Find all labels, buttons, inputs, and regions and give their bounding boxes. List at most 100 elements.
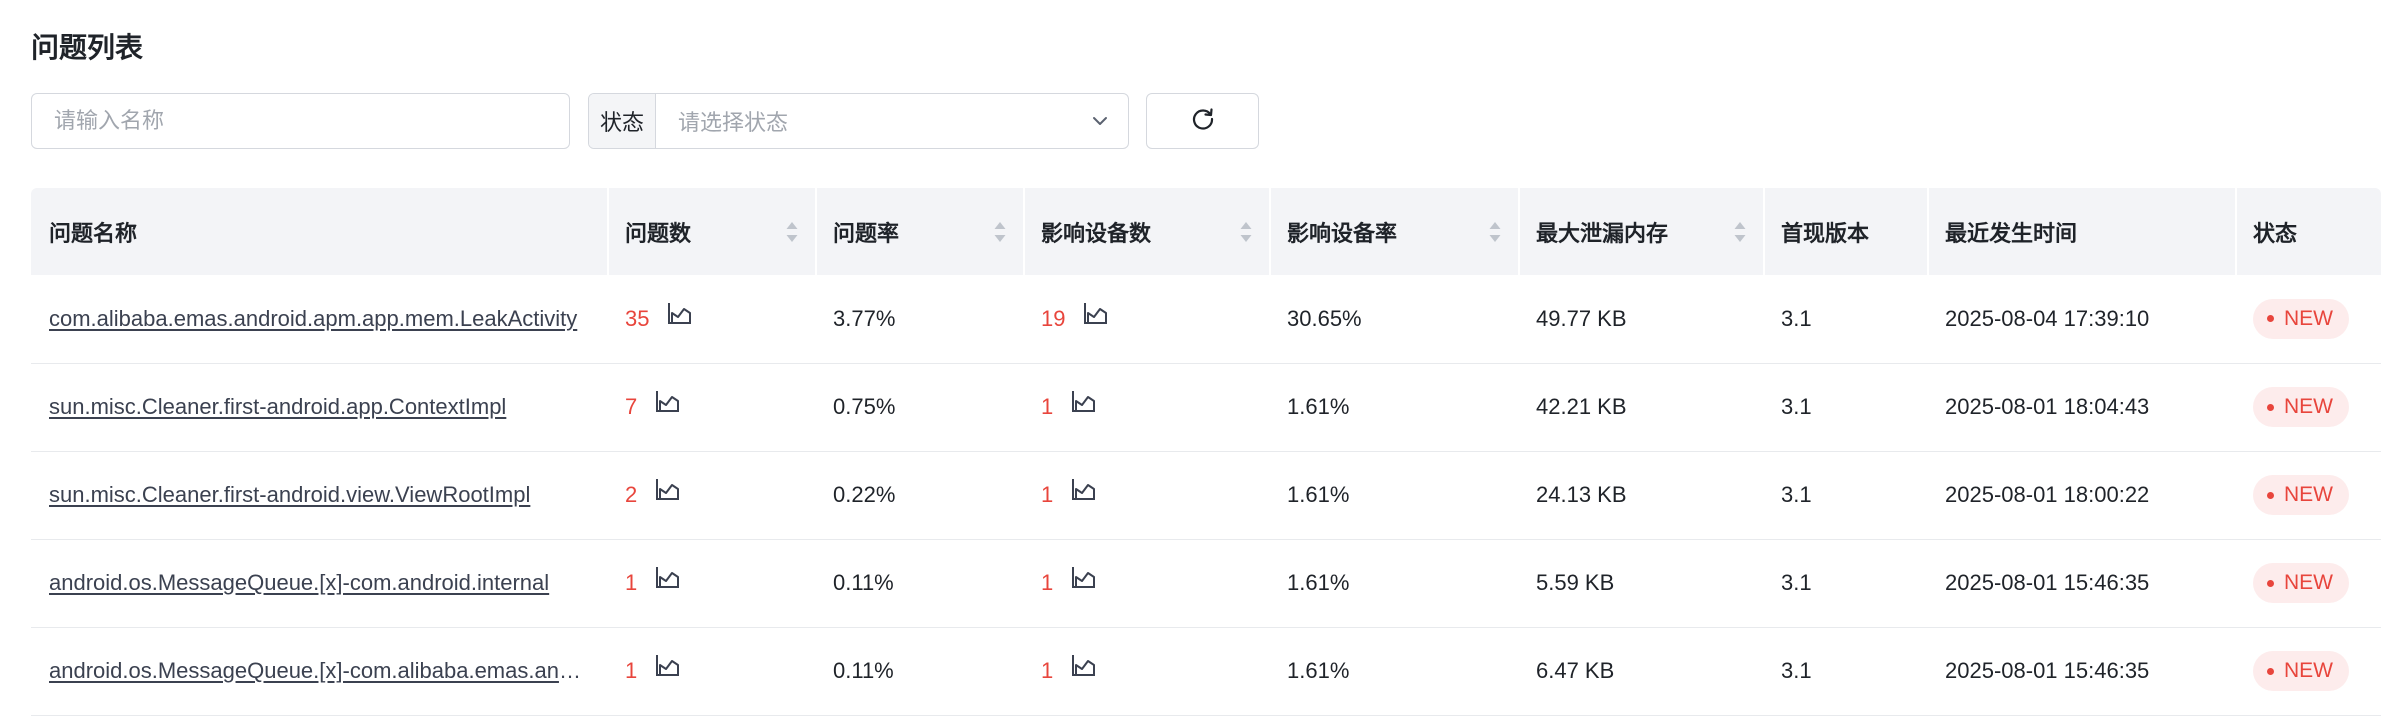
cell-first-version: 3.1 bbox=[1781, 305, 1812, 331]
cell-name: sun.misc.Cleaner.first-android.view.View… bbox=[31, 451, 607, 539]
name-search-input[interactable] bbox=[31, 93, 570, 149]
status-select-prefix: 状态 bbox=[589, 94, 656, 148]
cell-rate: 0.11% bbox=[833, 570, 894, 595]
cell-status: NEW bbox=[2235, 539, 2381, 627]
refresh-icon bbox=[1189, 105, 1217, 138]
cell-last-time: 2025-08-04 17:39:10 bbox=[1945, 305, 2150, 331]
cell-first-version: 3.1 bbox=[1781, 482, 1812, 507]
trend-chart-icon[interactable] bbox=[655, 389, 681, 413]
header-last-time: 最近发生时间 bbox=[1927, 188, 2235, 275]
issue-count: 1 bbox=[625, 570, 638, 595]
status-dot-icon bbox=[2267, 403, 2274, 411]
cell-name: android.os.MessageQueue.[x]-com.alibaba.… bbox=[31, 627, 607, 715]
sort-icon[interactable] bbox=[1733, 220, 1747, 244]
cell-count: 35 bbox=[607, 275, 815, 363]
issue-name-link[interactable]: android.os.MessageQueue.[x]-com.android.… bbox=[49, 570, 607, 596]
sort-icon[interactable] bbox=[993, 220, 1007, 244]
device-count: 1 bbox=[1041, 570, 1054, 595]
issue-list-page: 问题列表 状态 请选择状态 bbox=[0, 0, 2396, 718]
cell-last-time: 2025-08-01 15:46:35 bbox=[1945, 570, 2150, 595]
status-select-placeholder: 请选择状态 bbox=[678, 110, 789, 135]
header-count[interactable]: 问题数 bbox=[607, 188, 815, 275]
table-row: sun.misc.Cleaner.first-android.app.Conte… bbox=[31, 363, 2381, 451]
cell-name: android.os.MessageQueue.[x]-com.android.… bbox=[31, 539, 607, 627]
cell-max-leak: 49.77 KB bbox=[1536, 305, 1627, 331]
header-rate[interactable]: 问题率 bbox=[815, 188, 1023, 275]
header-status: 状态 bbox=[2235, 188, 2381, 275]
cell-max-leak: 42.21 KB bbox=[1536, 394, 1627, 419]
trend-chart-icon[interactable] bbox=[1071, 653, 1097, 677]
chevron-down-icon bbox=[1072, 94, 1128, 148]
cell-devices: 1 bbox=[1023, 451, 1269, 539]
table-row: android.os.MessageQueue.[x]-com.alibaba.… bbox=[31, 627, 2381, 715]
trend-chart-icon[interactable] bbox=[1071, 389, 1097, 413]
status-dot-icon bbox=[2267, 579, 2274, 587]
status-badge: NEW bbox=[2253, 298, 2349, 339]
cell-devices: 1 bbox=[1023, 627, 1269, 715]
trend-chart-icon[interactable] bbox=[1071, 477, 1097, 501]
status-dot-icon bbox=[2267, 667, 2274, 675]
cell-name: com.alibaba.emas.android.apm.app.mem.Lea… bbox=[31, 275, 607, 363]
cell-rate: 0.11% bbox=[833, 658, 894, 683]
refresh-button[interactable] bbox=[1146, 93, 1259, 149]
issue-count: 2 bbox=[625, 482, 638, 507]
sort-icon[interactable] bbox=[785, 220, 799, 244]
header-max-leak[interactable]: 最大泄漏内存 bbox=[1518, 188, 1763, 275]
sort-icon[interactable] bbox=[1488, 220, 1502, 244]
table-row: com.alibaba.emas.android.apm.app.mem.Lea… bbox=[31, 275, 2381, 363]
trend-chart-icon[interactable] bbox=[655, 653, 681, 677]
cell-max-leak: 5.59 KB bbox=[1536, 570, 1615, 595]
cell-status: NEW bbox=[2235, 627, 2381, 715]
table-row: sun.misc.Cleaner.first-android.view.View… bbox=[31, 451, 2381, 539]
trend-chart-icon[interactable] bbox=[655, 477, 681, 501]
header-devices[interactable]: 影响设备数 bbox=[1023, 188, 1269, 275]
cell-status: NEW bbox=[2235, 275, 2381, 363]
cell-last-time: 2025-08-01 15:46:35 bbox=[1945, 658, 2150, 683]
cell-name: sun.misc.Cleaner.first-android.app.Conte… bbox=[31, 363, 607, 451]
trend-chart-icon[interactable] bbox=[1083, 301, 1109, 325]
cell-first-version: 3.1 bbox=[1781, 394, 1812, 419]
device-count: 19 bbox=[1041, 305, 1066, 331]
issue-table: 问题名称 问题数 问题率 影响设备数 影响设备率 最大泄漏内存 首现版本 最近发… bbox=[31, 188, 2381, 718]
cell-count: 1 bbox=[607, 627, 815, 715]
trend-chart-icon[interactable] bbox=[1071, 565, 1097, 589]
table-row: android.os.MessageQueue.[x]-com.android.… bbox=[31, 539, 2381, 627]
cell-devices: 1 bbox=[1023, 363, 1269, 451]
cell-status: NEW bbox=[2235, 451, 2381, 539]
status-select[interactable]: 状态 请选择状态 bbox=[588, 93, 1129, 149]
cell-status: NEW bbox=[2235, 363, 2381, 451]
status-badge: NEW bbox=[2253, 387, 2349, 427]
header-device-rate[interactable]: 影响设备率 bbox=[1269, 188, 1518, 275]
device-count: 1 bbox=[1041, 482, 1054, 507]
issue-count: 1 bbox=[625, 658, 638, 683]
cell-count: 2 bbox=[607, 451, 815, 539]
cell-first-version: 3.1 bbox=[1781, 658, 1812, 683]
header-name: 问题名称 bbox=[49, 220, 138, 246]
trend-chart-icon[interactable] bbox=[667, 301, 693, 325]
issue-name-link[interactable]: sun.misc.Cleaner.first-android.app.Conte… bbox=[49, 394, 607, 420]
cell-device-rate: 1.61% bbox=[1287, 570, 1350, 595]
issue-count: 7 bbox=[625, 394, 638, 419]
table-header-row: 问题名称 问题数 问题率 影响设备数 影响设备率 最大泄漏内存 首现版本 最近发… bbox=[31, 188, 2381, 275]
cell-device-rate: 1.61% bbox=[1287, 658, 1350, 683]
cell-count: 7 bbox=[607, 363, 815, 451]
status-badge: NEW bbox=[2253, 651, 2349, 691]
issue-name-link[interactable]: android.os.MessageQueue.[x]-com.alibaba.… bbox=[49, 658, 607, 684]
cell-rate: 3.77% bbox=[833, 305, 896, 331]
cell-device-rate: 1.61% bbox=[1287, 482, 1350, 507]
cell-last-time: 2025-08-01 18:04:43 bbox=[1945, 394, 2150, 419]
cell-rate: 0.22% bbox=[833, 482, 896, 507]
trend-chart-icon[interactable] bbox=[655, 565, 681, 589]
device-count: 1 bbox=[1041, 394, 1054, 419]
device-count: 1 bbox=[1041, 658, 1054, 683]
issue-name-link[interactable]: sun.misc.Cleaner.first-android.view.View… bbox=[49, 482, 607, 508]
cell-device-rate: 30.65% bbox=[1287, 305, 1362, 331]
cell-max-leak: 24.13 KB bbox=[1536, 482, 1627, 507]
cell-max-leak: 6.47 KB bbox=[1536, 658, 1615, 683]
page-title: 问题列表 bbox=[31, 32, 144, 63]
sort-icon[interactable] bbox=[1239, 220, 1253, 244]
status-dot-icon bbox=[2267, 315, 2274, 323]
issue-name-link[interactable]: com.alibaba.emas.android.apm.app.mem.Lea… bbox=[49, 306, 607, 332]
status-badge: NEW bbox=[2253, 475, 2349, 515]
cell-first-version: 3.1 bbox=[1781, 570, 1812, 595]
